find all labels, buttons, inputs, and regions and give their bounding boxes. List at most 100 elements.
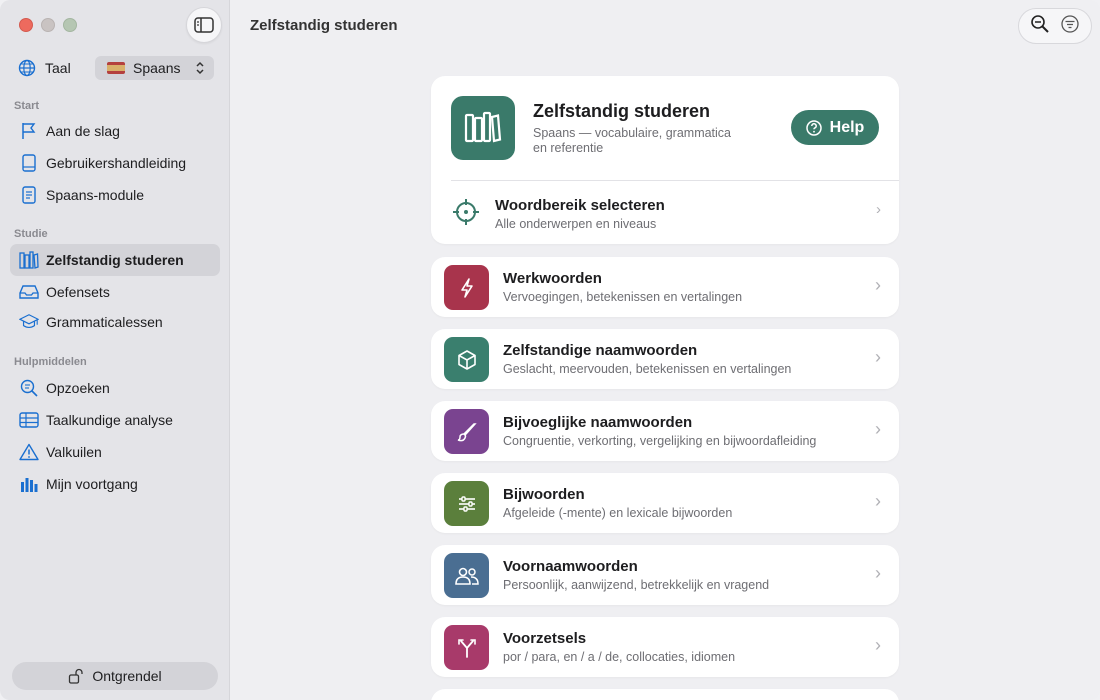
topic-title: Bijwoorden [503, 486, 585, 503]
topic-title: Werkwoorden [503, 270, 602, 287]
sidebar-item-label: Mijn voortgang [46, 476, 138, 492]
language-value: Spaans [133, 60, 181, 76]
zoom-window-button[interactable] [63, 18, 77, 32]
sidebar-item-label: Opzoeken [46, 380, 110, 396]
library-icon [19, 251, 39, 269]
chevron-updown-icon [196, 61, 204, 75]
help-label: Help [829, 118, 865, 136]
sidebar-item-label: Grammaticalessen [46, 314, 163, 330]
sidebar-item-grammaticalessen[interactable]: Grammaticalessen [10, 307, 220, 337]
book-icon [22, 154, 36, 172]
language-select[interactable]: Spaans [95, 56, 214, 80]
sidebar-item-mijn-voortgang[interactable]: Mijn voortgang [10, 469, 220, 499]
filter-button[interactable] [1060, 14, 1080, 39]
sidebar-item-label: Gebruikershandleiding [46, 155, 187, 171]
language-label: Taal [45, 60, 71, 76]
chevron-right-icon: › [876, 201, 881, 218]
sidebar-item-zelfstandig-studeren[interactable]: Zelfstandig studeren [10, 244, 220, 276]
topic-title: Voorzetsels [503, 630, 587, 647]
paintbrush-icon [444, 409, 489, 454]
chevron-right-icon: › [875, 635, 881, 655]
table-icon [19, 412, 39, 428]
app-window: Taal Spaans Start Aan de slag Gebruikers… [0, 0, 1100, 700]
document-icon [22, 186, 36, 204]
zoom-out-button[interactable] [1030, 14, 1050, 39]
topic-subtitle: por / para, en / a / de, collocaties, id… [503, 650, 736, 664]
sidebar-item-label: Oefensets [46, 284, 110, 300]
topic-card-voornaamwoorden[interactable]: Voornaamwoorden Persoonlijk, aanwijzend,… [431, 545, 899, 605]
warning-triangle-icon [19, 443, 39, 461]
topic-card-zelfstandige-naamwoorden[interactable]: Zelfstandige naamwoorden Geslacht, meerv… [431, 329, 899, 389]
graduation-cap-icon [19, 314, 39, 329]
magnifier-text-icon [20, 379, 38, 397]
language-row: Taal Spaans [18, 56, 214, 80]
cube-icon [444, 337, 489, 382]
tray-icon [19, 285, 39, 299]
topic-subtitle: Afgeleide (-mente) en lexicale bijwoorde… [503, 506, 733, 520]
section-label-studie: Studie [14, 228, 48, 240]
unlock-button[interactable]: Ontgrendel [12, 662, 218, 690]
sidebar-item-gebruikershandleiding[interactable]: Gebruikershandleiding [10, 148, 220, 178]
close-window-button[interactable] [19, 18, 33, 32]
library-icon [464, 111, 502, 143]
topic-subtitle: Geslacht, meervouden, betekenissen en ve… [503, 362, 792, 376]
chevron-right-icon: › [875, 275, 881, 295]
filter-icon [1061, 14, 1079, 33]
hero-card: Zelfstandig studeren Spaans — vocabulair… [431, 76, 899, 244]
globe-icon [18, 59, 36, 77]
zoom-out-icon [1031, 14, 1049, 33]
topic-subtitle: Vervoegingen, betekenissen en vertalinge… [503, 290, 743, 304]
word-range-row[interactable]: Woordbereik selecteren Alle onderwerpen … [431, 181, 899, 244]
sliders-icon [444, 481, 489, 526]
topic-subtitle: Persoonlijk, aanwijzend, betrekkelijk en… [503, 578, 770, 592]
topic-card-werkwoorden[interactable]: Werkwoorden Vervoegingen, betekenissen e… [431, 257, 899, 317]
chevron-right-icon: › [875, 563, 881, 583]
crosshair-icon [453, 199, 479, 225]
question-circle-icon [805, 119, 822, 136]
hero-subtitle: Spaans — vocabulaire, grammatica en refe… [533, 126, 732, 155]
sidebar-item-opzoeken[interactable]: Opzoeken [10, 373, 220, 403]
people-icon [444, 553, 489, 598]
hero-icon [451, 96, 515, 160]
hero-title: Zelfstandig studeren [533, 101, 711, 121]
sidebar: Taal Spaans Start Aan de slag Gebruikers… [0, 0, 230, 700]
toolbar-actions [1018, 8, 1092, 44]
bar-chart-icon [21, 478, 38, 492]
topic-title: Zelfstandige naamwoorden [503, 342, 698, 359]
topic-title: Voornaamwoorden [503, 558, 638, 575]
chevron-right-icon: › [875, 491, 881, 511]
topic-card-voorzetsels[interactable]: Voorzetsels por / para, en / a / de, col… [431, 617, 899, 677]
sidebar-item-aan-de-slag[interactable]: Aan de slag [10, 116, 220, 146]
topic-subtitle: Congruentie, verkorting, vergelijking en… [503, 434, 817, 448]
sidebar-item-taalkundige-analyse[interactable]: Taalkundige analyse [10, 405, 220, 435]
minimize-window-button[interactable] [41, 18, 55, 32]
word-range-subtitle: Alle onderwerpen en niveaus [495, 217, 657, 231]
sidebar-item-label: Valkuilen [46, 444, 102, 460]
topic-card-bijwoorden[interactable]: Bijwoorden Afgeleide (-mente) en lexical… [431, 473, 899, 533]
section-label-hulpmiddelen: Hulpmiddelen [14, 356, 87, 368]
topic-card-bijvoeglijke-naamwoorden[interactable]: Bijvoeglijke naamwoorden Congruentie, ve… [431, 401, 899, 461]
spain-flag-icon [107, 62, 125, 74]
sidebar-item-spaans-module[interactable]: Spaans-module [10, 180, 220, 210]
sidebar-icon [194, 17, 214, 33]
sidebar-item-label: Aan de slag [46, 123, 120, 139]
topic-card-partial[interactable] [431, 689, 899, 700]
help-button[interactable]: Help [791, 110, 879, 145]
sidebar-item-label: Zelfstandig studeren [46, 252, 184, 268]
sidebar-item-valkuilen[interactable]: Valkuilen [10, 437, 220, 467]
unlock-icon [69, 668, 84, 684]
lightning-icon [444, 265, 489, 310]
topic-title: Bijvoeglijke naamwoorden [503, 414, 693, 431]
chevron-right-icon: › [875, 419, 881, 439]
split-arrow-icon [444, 625, 489, 670]
page-title: Zelfstandig studeren [250, 17, 398, 34]
sidebar-item-label: Taalkundige analyse [46, 412, 173, 428]
flag-icon [22, 123, 36, 139]
window-controls [19, 18, 77, 32]
section-label-start: Start [14, 100, 40, 112]
sidebar-item-oefensets[interactable]: Oefensets [10, 277, 220, 307]
chevron-right-icon: › [875, 347, 881, 367]
unlock-label: Ontgrendel [92, 668, 162, 684]
sidebar-toggle-button[interactable] [186, 7, 222, 43]
sidebar-item-label: Spaans-module [46, 187, 145, 203]
